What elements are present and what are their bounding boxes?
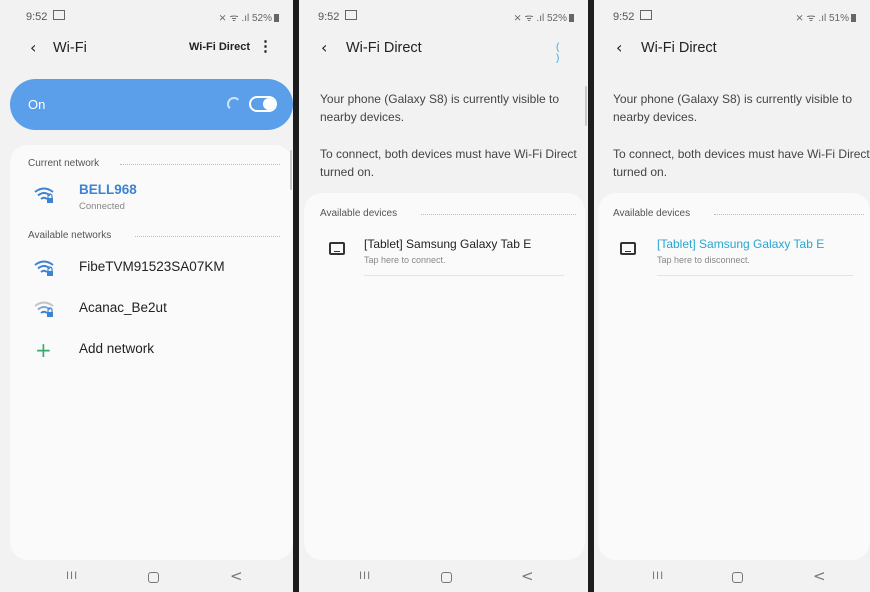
status-time: 9:52 [318, 10, 357, 23]
visibility-text: Your phone (Galaxy S8) is currently visi… [320, 92, 560, 124]
wifi-direct-button[interactable]: Wi-Fi Direct [189, 41, 250, 53]
wifi-direct-screen: 9:52 ⨯ ᯤ .ıl 52% ‹ Wi-Fi Direct ( ) Your… [299, 0, 588, 592]
current-network-name[interactable]: BELL968 [79, 182, 137, 197]
navigation-bar: III < [299, 562, 588, 592]
device-hint: Tap here to disconnect. [657, 255, 751, 265]
status-time: 9:52 [26, 10, 65, 23]
chevron-left-icon[interactable]: ‹ [321, 40, 327, 56]
tablet-icon [620, 242, 636, 255]
app-bar: ‹ Wi-Fi Wi-Fi Direct ⋮ [0, 36, 293, 60]
visibility-text: Your phone (Galaxy S8) is currently visi… [613, 92, 853, 124]
recent-apps-button[interactable]: III [66, 570, 78, 582]
page-title: Wi-Fi Direct [346, 40, 422, 56]
device-name[interactable]: [Tablet] Samsung Galaxy Tab E [657, 237, 824, 251]
home-button[interactable] [148, 572, 159, 583]
status-indicators: ⨯ ᯤ .ıl 52% [513, 10, 574, 24]
back-button[interactable]: < [813, 567, 826, 585]
navigation-bar: III < [594, 562, 870, 592]
wifi-lock-icon [33, 259, 55, 277]
section-available-networks: Available networks [28, 230, 112, 241]
status-time: 9:52 [613, 10, 652, 23]
connect-instructions-text: To connect, both devices must have Wi-Fi… [613, 147, 870, 179]
app-bar: ‹ Wi-Fi Direct ( ) [299, 36, 588, 65]
section-available-devices: Available devices [613, 208, 691, 219]
section-divider [714, 214, 864, 215]
device-name[interactable]: [Tablet] Samsung Galaxy Tab E [364, 237, 531, 251]
more-options-icon[interactable]: ⋮ [258, 39, 273, 55]
recent-apps-button[interactable]: III [359, 570, 371, 582]
scrollbar[interactable] [290, 150, 292, 190]
loading-spinner-icon [227, 97, 241, 111]
page-title: Wi-Fi Direct [641, 40, 717, 56]
wifi-toggle-bar[interactable]: On [10, 79, 293, 130]
recent-apps-button[interactable]: III [652, 570, 664, 582]
scanning-spinner-icon: ( ) [556, 42, 564, 64]
device-hint: Tap here to connect. [364, 255, 446, 265]
section-available-devices: Available devices [320, 208, 398, 219]
wifi-direct-connected-screen: 9:52 ⨯ ᯤ .ıl 51% ‹ Wi-Fi Direct Your pho… [594, 0, 870, 592]
home-button[interactable] [441, 572, 452, 583]
plus-icon: + [35, 338, 52, 362]
home-button[interactable] [732, 572, 743, 583]
network-name[interactable]: FibeTVM91523SA07KM [79, 259, 225, 274]
status-bar: 9:52 ⨯ ᯤ .ıl 51% [594, 10, 870, 24]
device-divider [657, 275, 853, 276]
network-name[interactable]: Acanac_Be2ut [79, 300, 167, 315]
status-bar: 9:52 ⨯ ᯤ .ıl 52% [0, 10, 293, 24]
navigation-bar: III < [0, 562, 293, 592]
back-button[interactable]: < [230, 567, 243, 585]
add-network-label: Add network [79, 341, 155, 356]
status-indicators: ⨯ ᯤ .ıl 52% [218, 10, 279, 24]
back-button[interactable]: < [521, 567, 534, 585]
section-current-network: Current network [28, 158, 100, 169]
section-divider [120, 164, 280, 165]
wifi-lock-icon [33, 300, 55, 318]
wifi-toggle-switch[interactable] [249, 96, 277, 112]
scrollbar[interactable] [585, 86, 587, 126]
device-divider [364, 275, 564, 276]
page-title: Wi-Fi [53, 40, 87, 56]
wifi-settings-screen: 9:52 ⨯ ᯤ .ıl 52% ‹ Wi-Fi Wi-Fi Direct ⋮ … [0, 0, 293, 592]
status-bar: 9:52 ⨯ ᯤ .ıl 52% [299, 10, 588, 24]
connect-instructions-text: To connect, both devices must have Wi-Fi… [320, 147, 577, 179]
app-bar: ‹ Wi-Fi Direct [594, 36, 870, 60]
current-network-status: Connected [79, 201, 125, 212]
wifi-toggle-label: On [28, 97, 46, 112]
chevron-left-icon[interactable]: ‹ [616, 40, 622, 56]
section-divider [421, 214, 576, 215]
tablet-icon [329, 242, 345, 255]
section-divider [135, 236, 280, 237]
chevron-left-icon[interactable]: ‹ [30, 40, 36, 56]
status-indicators: ⨯ ᯤ .ıl 51% [795, 10, 856, 24]
wifi-lock-icon [33, 186, 55, 204]
